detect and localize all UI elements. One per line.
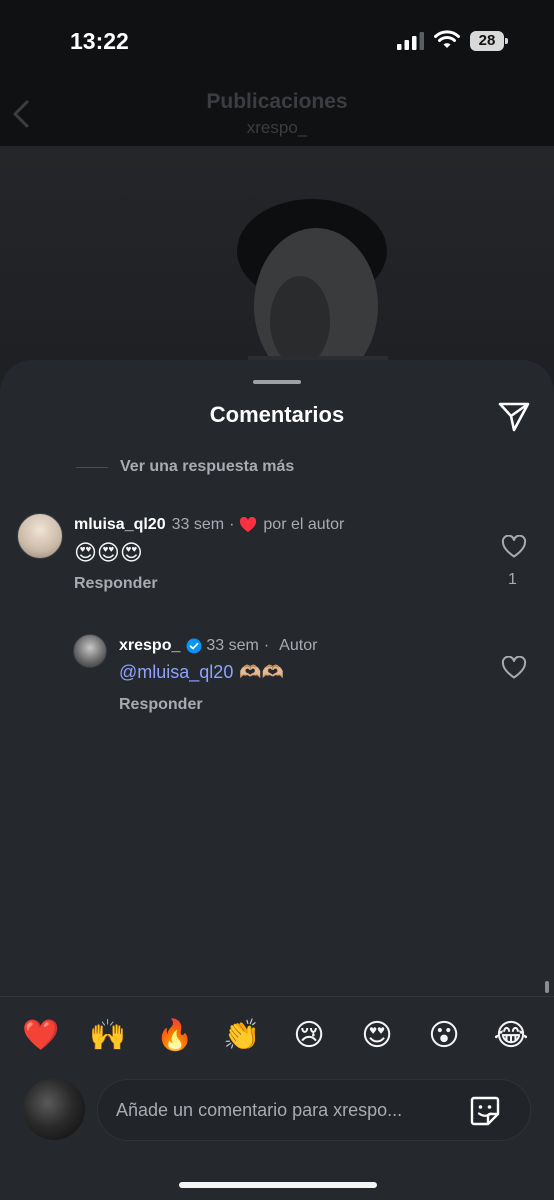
comment-emoji-text: 🫶🏼🫶🏼: [239, 662, 285, 682]
composer-divider: [0, 996, 554, 997]
status-time: 13:22: [70, 28, 129, 54]
sticker-icon[interactable]: [468, 1094, 502, 1128]
comment-username[interactable]: xrespo_: [119, 637, 180, 655]
reaction-heart[interactable]: ❤️: [21, 1018, 61, 1053]
home-indicator[interactable]: [179, 1182, 377, 1188]
comment-text: @mluisa_ql20 🫶🏼🫶🏼: [119, 662, 284, 683]
page-title: Publicaciones: [206, 90, 348, 113]
reaction-heart-eyes[interactable]: 😍: [357, 1018, 397, 1053]
battery-level: 28: [478, 32, 496, 49]
page-subtitle: xrespo_: [246, 118, 308, 137]
comments-sheet: Comentarios Ver una respuesta más mluisa…: [0, 360, 554, 1200]
sheet-drag-handle[interactable]: [253, 380, 301, 384]
comment-time: 33 sem: [206, 637, 259, 654]
status-bar: 13:22 28: [0, 0, 554, 80]
reaction-raised-hands[interactable]: 🙌: [88, 1018, 128, 1053]
author-label: Autor: [279, 637, 318, 654]
mention-link[interactable]: @mluisa_ql20: [119, 662, 233, 683]
reaction-clap[interactable]: 👏: [222, 1018, 262, 1053]
comment-meta: mluisa_ql20 33 sem · por el autor: [74, 516, 344, 534]
comment-input-placeholder: Añade un comentario para xrespo...: [116, 1100, 403, 1120]
scrollbar[interactable]: [545, 981, 549, 993]
quick-reactions: ❤️ 🙌 🔥 👏 😢 😍 😮 😂: [0, 1018, 554, 1058]
wifi-icon: [434, 30, 460, 48]
reaction-laughing[interactable]: 😂: [491, 1018, 531, 1053]
comment-meta: xrespo_ 33 sem · Autor: [119, 637, 317, 655]
like-count[interactable]: 1: [508, 571, 517, 589]
like-heart-icon[interactable]: [501, 656, 527, 680]
reaction-fire[interactable]: 🔥: [155, 1018, 195, 1053]
comment-input[interactable]: Añade un comentario para xrespo...: [97, 1079, 531, 1141]
liked-by-author-label: por el autor: [263, 516, 345, 533]
cellular-signal-icon: [397, 32, 424, 50]
view-more-divider: [76, 466, 108, 468]
avatar[interactable]: [73, 634, 107, 668]
comment-time: 33 sem: [171, 516, 225, 533]
reply-button[interactable]: Responder: [74, 575, 158, 593]
battery-icon: 28: [470, 31, 508, 51]
comment-username[interactable]: mluisa_ql20: [74, 516, 166, 534]
view-more-label: Ver una respuesta más: [120, 458, 295, 475]
view-more-replies[interactable]: Ver una respuesta más: [76, 458, 294, 476]
comment-text: 😍😍😍: [74, 540, 143, 565]
meta-separator: ·: [229, 516, 235, 533]
author-heart-icon: [240, 517, 257, 532]
meta-separator: ·: [263, 637, 270, 654]
like-heart-icon[interactable]: [501, 535, 527, 559]
send-icon[interactable]: [496, 398, 532, 434]
avatar[interactable]: [17, 513, 63, 559]
page-header: Publicaciones xrespo_: [0, 80, 554, 146]
reaction-surprised[interactable]: 😮: [424, 1018, 464, 1053]
reaction-crying[interactable]: 😢: [289, 1018, 329, 1053]
sheet-title: Comentarios: [209, 402, 345, 427]
current-user-avatar: [23, 1078, 85, 1140]
reply-button[interactable]: Responder: [119, 696, 203, 714]
verified-badge-icon: [186, 638, 202, 654]
